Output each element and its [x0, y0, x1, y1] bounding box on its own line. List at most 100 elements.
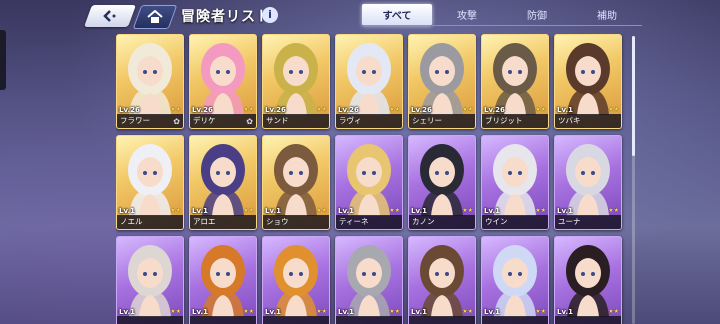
rarity-stars-icon: ★★	[535, 106, 546, 113]
level-label: Lv.1	[557, 308, 573, 316]
adventurer-card[interactable]: Lv.26 ★★ ラヴィ	[335, 34, 403, 129]
character-portrait	[482, 136, 548, 216]
level-label: Lv.1	[119, 207, 135, 215]
level-label: Lv.1	[265, 308, 281, 316]
rarity-stars-icon: ★★	[170, 106, 181, 113]
adventurer-card[interactable]: Lv.1 ★★ ツバキ	[554, 34, 622, 129]
adventurer-card[interactable]: Lv.1 ★★	[116, 236, 184, 324]
adventurer-card[interactable]: Lv.1 ★★ ショウ	[262, 135, 330, 230]
character-portrait	[190, 136, 256, 216]
character-portrait	[555, 136, 621, 216]
side-handle	[0, 30, 6, 90]
rarity-stars-icon: ★★	[243, 308, 254, 315]
character-portrait	[190, 35, 256, 115]
character-portrait	[555, 237, 621, 317]
rarity-stars-icon: ★★	[316, 207, 327, 214]
adventurer-grid: Lv.26 ★★ フラワー ✿ Lv.26 ★★ デリケ ✿ Lv.26 ★★ サンド Lv.26 ★★…	[116, 34, 630, 324]
character-portrait	[336, 35, 402, 115]
level-label: Lv.1	[484, 207, 500, 215]
rarity-stars-icon: ★★	[243, 106, 254, 113]
character-portrait	[117, 237, 183, 317]
character-name: ラヴィ	[336, 114, 402, 128]
adventurer-card[interactable]: Lv.1 ★★ ティーネ	[335, 135, 403, 230]
back-arrow-icon	[101, 9, 119, 23]
info-icon[interactable]: i	[262, 7, 278, 23]
adventurer-card[interactable]: Lv.1 ★★	[189, 236, 257, 324]
level-label: Lv.26	[484, 106, 505, 114]
adventurer-card[interactable]: Lv.1 ★★	[408, 236, 476, 324]
rarity-stars-icon: ★★	[608, 308, 619, 315]
adventurer-card[interactable]: Lv.1 ★★ ユーナ	[554, 135, 622, 230]
tab-attack[interactable]: 攻撃	[432, 4, 502, 26]
character-name	[117, 316, 183, 324]
rarity-stars-icon: ★★	[389, 106, 400, 113]
level-label: Lv.1	[557, 106, 573, 114]
level-label: Lv.1	[557, 207, 573, 215]
scrollbar-thumb[interactable]	[632, 36, 635, 156]
level-label: Lv.26	[119, 106, 140, 114]
character-name: サンド	[263, 114, 329, 128]
character-name: ティーネ	[336, 215, 402, 229]
back-button[interactable]	[83, 5, 137, 27]
character-portrait	[336, 237, 402, 317]
rarity-stars-icon: ★★	[608, 207, 619, 214]
rarity-stars-icon: ★★	[170, 308, 181, 315]
level-label: Lv.26	[411, 106, 432, 114]
rarity-stars-icon: ★★	[462, 308, 473, 315]
adventurer-card[interactable]: Lv.1 ★★	[262, 236, 330, 324]
rarity-stars-icon: ★★	[170, 207, 181, 214]
character-name	[409, 316, 475, 324]
tab-defense[interactable]: 防御	[502, 4, 572, 26]
rarity-stars-icon: ★★	[462, 207, 473, 214]
level-label: Lv.1	[119, 308, 135, 316]
rarity-stars-icon: ★★	[389, 308, 400, 315]
adventurer-card[interactable]: Lv.26 ★★ シェリー	[408, 34, 476, 129]
character-portrait	[190, 237, 256, 317]
rarity-stars-icon: ★★	[316, 106, 327, 113]
character-portrait	[409, 136, 475, 216]
filter-tabs: すべて 攻撃 防御 補助	[362, 4, 642, 26]
adventurer-card[interactable]: Lv.1 ★★ カノン	[408, 135, 476, 230]
level-label: Lv.1	[338, 207, 354, 215]
character-portrait	[482, 237, 548, 317]
level-label: Lv.1	[265, 207, 281, 215]
character-name: ブリジット	[482, 114, 548, 128]
character-name: ショウ	[263, 215, 329, 229]
adventurer-card[interactable]: Lv.26 ★★ フラワー ✿	[116, 34, 184, 129]
adventurer-card[interactable]: Lv.1 ★★ アロエ	[189, 135, 257, 230]
adventurer-card[interactable]: Lv.1 ★★	[481, 236, 549, 324]
character-name	[482, 316, 548, 324]
level-label: Lv.26	[338, 106, 359, 114]
adventurer-card[interactable]: Lv.26 ★★ デリケ ✿	[189, 34, 257, 129]
character-portrait	[336, 136, 402, 216]
adventurer-card[interactable]: Lv.1 ★★	[554, 236, 622, 324]
adventurer-card[interactable]: Lv.1 ★★ ウイン	[481, 135, 549, 230]
character-name: アロエ	[190, 215, 256, 229]
character-portrait	[409, 237, 475, 317]
character-name: ウイン	[482, 215, 548, 229]
tab-support[interactable]: 補助	[572, 4, 642, 26]
level-label: Lv.1	[338, 308, 354, 316]
character-portrait	[482, 35, 548, 115]
character-portrait	[263, 237, 329, 317]
character-name	[190, 316, 256, 324]
rarity-stars-icon: ★★	[535, 207, 546, 214]
rarity-stars-icon: ★★	[243, 207, 254, 214]
level-label: Lv.1	[411, 207, 427, 215]
rarity-stars-icon: ★★	[316, 308, 327, 315]
emblem-icon: ✿	[246, 117, 253, 126]
adventurer-card[interactable]: Lv.26 ★★ ブリジット	[481, 34, 549, 129]
character-name: ツバキ	[555, 114, 621, 128]
level-label: Lv.1	[484, 308, 500, 316]
tab-all[interactable]: すべて	[362, 4, 432, 26]
scrollbar[interactable]	[632, 36, 635, 324]
character-portrait	[555, 35, 621, 115]
page-title: 冒険者リスト	[181, 9, 271, 25]
adventurer-card[interactable]: Lv.26 ★★ サンド	[262, 34, 330, 129]
level-label: Lv.1	[192, 308, 208, 316]
level-label: Lv.26	[192, 106, 213, 114]
emblem-icon: ✿	[173, 117, 180, 126]
adventurer-card[interactable]: Lv.1 ★★ ノエル	[116, 135, 184, 230]
character-portrait	[263, 136, 329, 216]
adventurer-card[interactable]: Lv.1 ★★	[335, 236, 403, 324]
